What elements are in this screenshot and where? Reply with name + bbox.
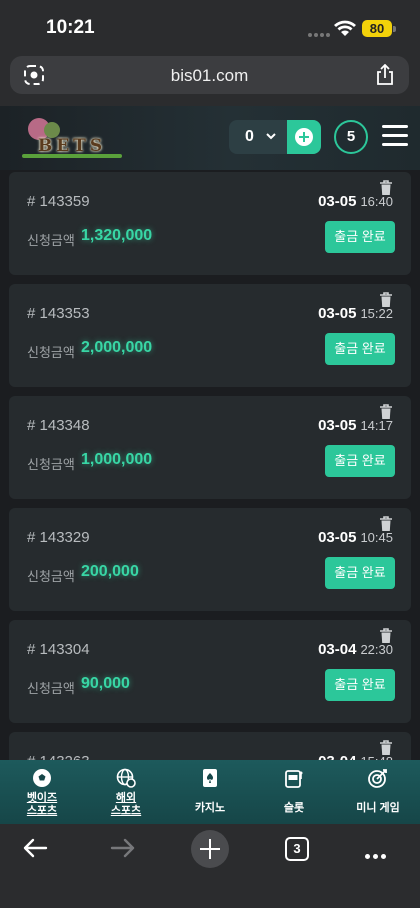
site-header: BETS 0 5 <box>0 106 420 170</box>
request-time: 10:45 <box>360 530 393 545</box>
nav-slots[interactable]: 슬롯 <box>252 766 336 820</box>
notification-badge[interactable]: 5 <box>334 120 368 154</box>
nav-label: 슬롯 <box>283 802 305 814</box>
request-amount: 2,000,000 <box>81 339 153 356</box>
nav-label: 미니 게임 <box>356 802 400 814</box>
status-button[interactable]: 출금 완료 <box>325 669 395 701</box>
nav-label: 해외 스포츠 <box>110 792 142 817</box>
withdrawal-card: # 143348 03-05 14:17 신청금액 1,000,000 출금 완료 <box>9 396 411 499</box>
amount-label: 신청금액 <box>27 457 75 472</box>
logo-grass-decoration <box>22 154 122 158</box>
request-time: 22:30 <box>360 642 393 657</box>
request-date: 03-05 <box>318 193 357 210</box>
soccer-ball-icon <box>33 769 51 787</box>
request-time: 16:40 <box>360 194 393 209</box>
target-dart-icon <box>368 769 387 788</box>
playing-card-icon <box>203 769 217 787</box>
amount-label: 신청금액 <box>27 681 75 696</box>
nav-label: 벳이즈 스포츠 <box>26 792 58 817</box>
request-date: 03-04 <box>318 641 357 658</box>
request-id: # 143353 <box>27 305 90 322</box>
request-amount: 200,000 <box>81 563 139 580</box>
amount-label: 신청금액 <box>27 345 75 360</box>
clock: 10:21 <box>46 17 95 38</box>
plus-icon <box>295 128 313 146</box>
withdrawal-card: # 143329 03-05 10:45 신청금액 200,000 출금 완료 <box>9 508 411 611</box>
trash-icon[interactable] <box>379 740 393 756</box>
request-time: 14:17 <box>360 418 393 433</box>
trash-icon[interactable] <box>379 180 393 196</box>
request-id: # 143329 <box>27 529 90 546</box>
browser-address-area: bis01.com <box>0 54 420 106</box>
browser-toolbar: 3 <box>0 824 420 908</box>
share-icon[interactable] <box>375 64 395 86</box>
request-id: # 143263 <box>27 753 90 760</box>
hamburger-menu-icon[interactable] <box>382 125 408 149</box>
balance-value: 0 <box>245 128 254 145</box>
status-button[interactable]: 출금 완료 <box>325 445 395 477</box>
withdrawal-card: # 143304 03-04 22:30 신청금액 90,000 출금 완료 <box>9 620 411 723</box>
request-time: 15:22 <box>360 306 393 321</box>
slot-machine-icon <box>285 770 303 788</box>
amount-label: 신청금액 <box>27 569 75 584</box>
battery-tip <box>393 26 396 32</box>
request-date: 03-04 <box>318 753 356 760</box>
forward-arrow-icon[interactable] <box>110 838 136 858</box>
balance-selector[interactable]: 0 <box>229 120 321 154</box>
request-amount: 1,000,000 <box>81 451 153 468</box>
more-options-icon[interactable] <box>365 846 391 859</box>
battery-icon: 80 <box>362 20 392 37</box>
address-bar[interactable]: bis01.com <box>10 56 409 94</box>
request-date: 03-05 <box>318 529 357 546</box>
back-arrow-icon[interactable] <box>22 838 48 858</box>
request-date: 03-05 <box>318 417 357 434</box>
deposit-button[interactable] <box>287 120 321 154</box>
status-button[interactable]: 출금 완료 <box>325 221 395 253</box>
nav-betis-sports[interactable]: 벳이즈 스포츠 <box>0 766 84 820</box>
request-amount: 1,320,000 <box>81 227 153 244</box>
withdrawal-card: # 143353 03-05 15:22 신청금액 2,000,000 출금 완료 <box>9 284 411 387</box>
request-amount: 90,000 <box>81 675 130 692</box>
status-bar: 10:21 80 <box>0 0 420 54</box>
trash-icon[interactable] <box>379 628 393 644</box>
bottom-category-nav: 벳이즈 스포츠 해외 스포츠 카지노 슬롯 미니 게임 <box>0 760 420 824</box>
request-id: # 143304 <box>27 641 90 658</box>
signal-dots-icon <box>308 24 332 42</box>
request-id: # 143348 <box>27 417 90 434</box>
tab-count-button[interactable]: 3 <box>285 837 309 861</box>
wifi-icon <box>334 20 356 36</box>
chevron-down-icon <box>266 133 276 140</box>
new-tab-plus-button[interactable] <box>191 830 229 868</box>
request-date: 03-05 <box>318 305 357 322</box>
trash-icon[interactable] <box>379 292 393 308</box>
logo-text: BETS <box>37 136 107 156</box>
nav-label: 카지노 <box>194 802 226 814</box>
request-id: # 143359 <box>27 193 90 210</box>
status-button[interactable]: 출금 완료 <box>325 557 395 589</box>
nav-overseas-sports[interactable]: 해외 스포츠 <box>84 766 168 820</box>
trash-icon[interactable] <box>379 404 393 420</box>
nav-mini-game[interactable]: 미니 게임 <box>336 766 420 820</box>
amount-label: 신청금액 <box>27 233 75 248</box>
status-button[interactable]: 출금 완료 <box>325 333 395 365</box>
globe-gear-icon <box>116 768 136 788</box>
url-text[interactable]: bis01.com <box>10 66 409 86</box>
withdrawal-card: # 143359 03-05 16:40 신청금액 1,320,000 출금 완료 <box>9 172 411 275</box>
withdrawal-card: # 14326303-0415:48 <box>9 732 411 760</box>
trash-icon[interactable] <box>379 516 393 532</box>
site-logo[interactable]: BETS <box>22 118 122 160</box>
withdrawal-list: # 143359 03-05 16:40 신청금액 1,320,000 출금 완료 # 14… <box>0 170 420 760</box>
nav-casino[interactable]: 카지노 <box>168 766 252 820</box>
